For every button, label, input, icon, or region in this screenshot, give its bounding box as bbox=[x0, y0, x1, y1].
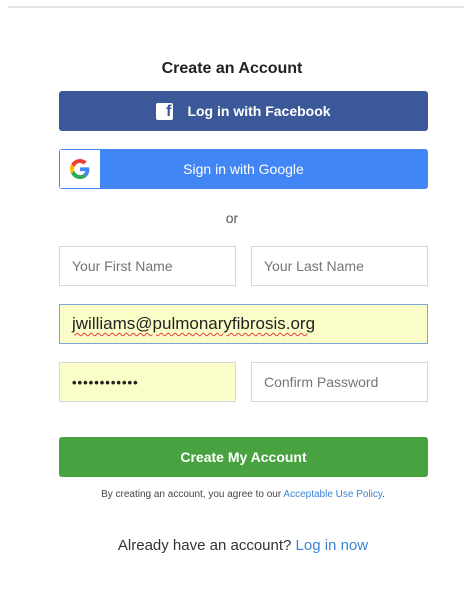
create-account-button[interactable]: Create My Account bbox=[59, 437, 428, 477]
login-now-link[interactable]: Log in now bbox=[296, 537, 369, 554]
last-name-input[interactable] bbox=[251, 246, 428, 286]
confirm-password-input[interactable] bbox=[251, 362, 428, 402]
first-name-input[interactable] bbox=[59, 246, 236, 286]
terms-text: By creating an account, you agree to our… bbox=[0, 489, 464, 500]
facebook-login-button[interactable]: f Log in with Facebook bbox=[59, 91, 428, 131]
password-mask: •••••••••••• bbox=[72, 374, 139, 390]
google-icon bbox=[60, 150, 100, 188]
email-input[interactable]: jwilliams@pulmonaryfibrosis.org bbox=[59, 304, 428, 344]
password-input[interactable]: •••••••••••• bbox=[59, 362, 236, 402]
terms-suffix: . bbox=[382, 489, 385, 500]
or-divider-text: or bbox=[225, 210, 239, 226]
google-signin-button[interactable]: Sign in with Google bbox=[59, 149, 428, 189]
terms-prefix: By creating an account, you agree to our bbox=[101, 489, 284, 500]
google-signin-label: Sign in with Google bbox=[183, 161, 304, 177]
already-text: Already have an account? bbox=[117, 537, 296, 554]
top-divider bbox=[8, 6, 464, 8]
page-title: Create an Account bbox=[161, 60, 303, 77]
facebook-icon: f bbox=[156, 102, 174, 120]
acceptable-use-policy-link[interactable]: Acceptable Use Policy bbox=[283, 489, 382, 500]
already-have-account: Already have an account? Log in now bbox=[0, 537, 464, 554]
email-value: jwilliams@pulmonaryfibrosis.org bbox=[72, 314, 316, 333]
facebook-login-label: Log in with Facebook bbox=[187, 103, 331, 119]
